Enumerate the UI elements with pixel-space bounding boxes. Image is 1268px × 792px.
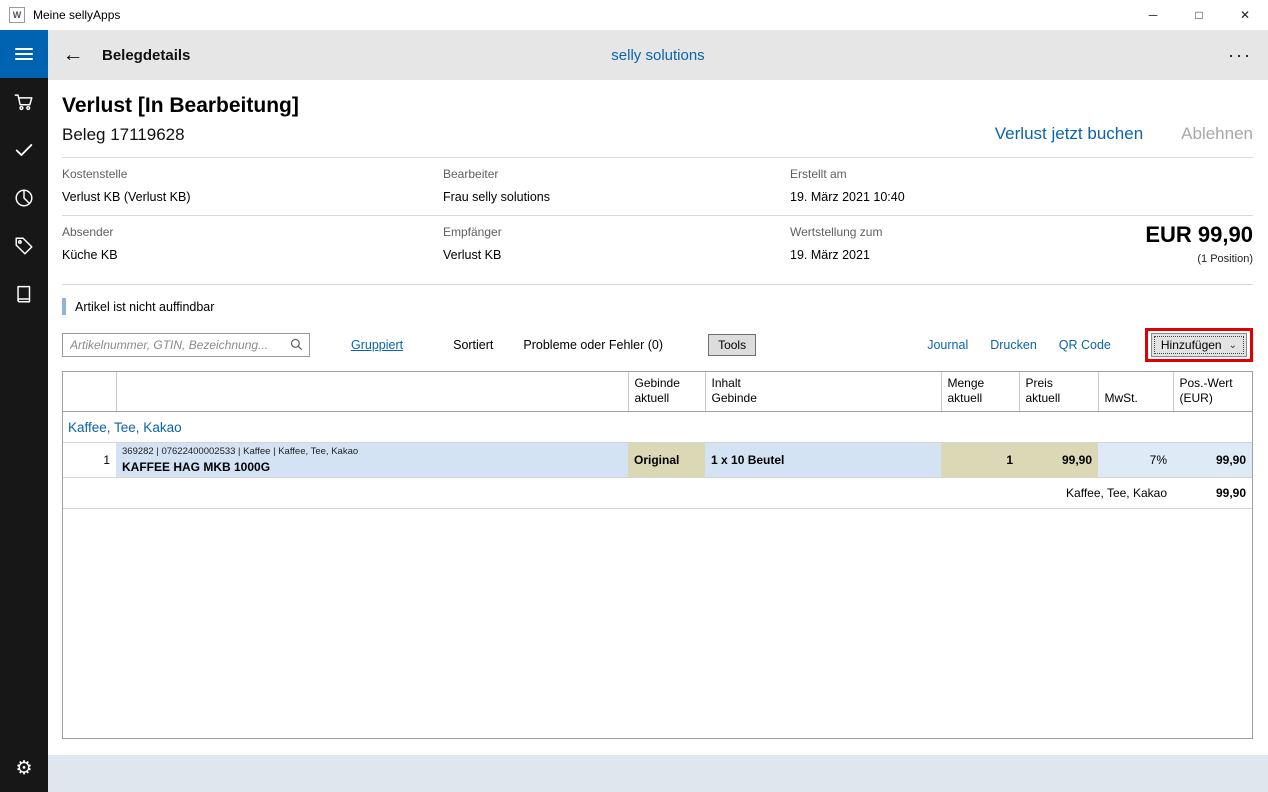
status-notice: Artikel ist nicht auffindbar [62,298,1253,315]
recipient-value: Verlust KB [443,248,790,262]
sidebar-item-catalog[interactable] [0,270,48,318]
close-button[interactable]: ✕ [1222,0,1268,30]
group-label: Kaffee, Tee, Kakao [63,412,1252,443]
cell-gebinde: Original [628,443,705,478]
page-title: Belegdetails [102,47,190,64]
problems-link[interactable]: Probleme oder Fehler (0) [523,338,663,352]
more-options-button[interactable]: ··· [1228,45,1252,66]
col-header-preis: Preis aktuell [1019,372,1098,412]
chevron-down-icon: ⌄ [1229,340,1237,351]
tools-button[interactable]: Tools [708,334,756,356]
annotation-highlight: Hinzufügen ⌄ [1145,328,1253,362]
cost-center-value: Verlust KB (Verlust KB) [62,190,443,204]
total-amount: EUR 99,90 [1145,222,1253,248]
sorted-link[interactable]: Sortiert [453,338,493,352]
toolbar: Gruppiert Sortiert Probleme oder Fehler … [62,332,1253,358]
add-button[interactable]: Hinzufügen ⌄ [1151,333,1247,357]
notice-accent-bar [62,298,66,315]
col-header-menge: Menge aktuell [941,372,1019,412]
add-button-label: Hinzufügen [1161,338,1222,352]
search-icon [289,337,304,352]
article-name: KAFFEE HAG MKB 1000G [122,460,622,474]
pie-chart-icon [13,187,35,209]
cell-menge: 1 [941,443,1019,478]
appbar: selly solutions ← Belegdetails ··· [48,30,1268,80]
content-area: Verlust [In Bearbeitung] Beleg 17119628 … [48,80,1268,755]
minimize-button[interactable]: ─ [1130,0,1176,30]
check-icon [13,139,35,161]
window-titlebar: W Meine sellyApps ─ □ ✕ [0,0,1268,30]
search-input[interactable] [62,333,310,357]
bottom-bar [48,755,1268,792]
window-title: Meine sellyApps [33,8,120,22]
sidebar-item-tasks[interactable] [0,126,48,174]
summary-group-label: Kaffee, Tee, Kakao [63,478,1173,509]
app-logo-icon: W [9,7,25,23]
created-at-value: 19. März 2021 10:40 [790,190,1253,204]
sidebar: ⚙ [0,30,48,792]
qr-code-link[interactable]: QR Code [1059,338,1111,352]
print-link[interactable]: Drucken [990,338,1037,352]
col-header-number [63,372,116,412]
hamburger-icon [14,44,34,64]
details-row-2: Absender Küche KB Empfänger Verlust KB W… [62,216,1253,284]
back-button[interactable]: ← [48,43,98,67]
divider [62,284,1253,285]
reject-button[interactable]: Ablehnen [1181,124,1253,144]
cost-center-label: Kostenstelle [62,167,443,181]
sender-label: Absender [62,225,443,239]
article-meta: 369282 | 07622400002533 | Kaffee | Kaffe… [122,446,622,457]
summary-row: Kaffee, Tee, Kakao 99,90 [63,478,1252,509]
cell-wert: 99,90 [1173,443,1252,478]
table-header-row: Gebinde aktuell Inhalt Gebinde Menge akt… [63,372,1252,412]
sidebar-item-statistics[interactable] [0,174,48,222]
summary-value: 99,90 [1173,478,1252,509]
sender-value: Küche KB [62,248,443,262]
cell-row-number: 1 [63,443,116,478]
editor-label: Bearbeiter [443,167,790,181]
cell-inhalt: 1 x 10 Beutel [705,443,941,478]
col-header-mwst: MwSt. [1098,372,1173,412]
cell-mwst: 7% [1098,443,1173,478]
sidebar-item-settings[interactable]: ⚙ [0,744,48,792]
tag-icon [13,235,35,257]
created-at-label: Erstellt am [790,167,1253,181]
document-title: Verlust [In Bearbeitung] [62,94,1253,118]
cell-article: 369282 | 07622400002533 | Kaffee | Kaffe… [116,443,628,478]
editor-value: Frau selly solutions [443,190,790,204]
col-header-article [116,372,628,412]
maximize-button[interactable]: □ [1176,0,1222,30]
sidebar-item-cart[interactable] [0,78,48,126]
table-row[interactable]: 1 369282 | 07622400002533 | Kaffee | Kaf… [63,443,1252,478]
book-loss-button[interactable]: Verlust jetzt buchen [995,124,1143,144]
notice-text: Artikel ist nicht auffindbar [75,300,214,314]
recipient-label: Empfänger [443,225,790,239]
hamburger-menu-button[interactable] [0,30,48,78]
document-header: Verlust [In Bearbeitung] Beleg 17119628 … [62,94,1253,145]
group-header-row[interactable]: Kaffee, Tee, Kakao [63,412,1252,443]
col-header-wert: Pos.-Wert (EUR) [1173,372,1252,412]
col-header-gebinde: Gebinde aktuell [628,372,705,412]
sidebar-item-promotions[interactable] [0,222,48,270]
grouped-link[interactable]: Gruppiert [351,338,403,352]
details-row-1: Kostenstelle Verlust KB (Verlust KB) Bea… [62,158,1253,215]
book-icon [13,283,35,305]
cell-preis: 99,90 [1019,443,1098,478]
appbar-center-title: selly solutions [48,47,1268,64]
position-count: (1 Position) [1145,253,1253,265]
positions-table: Gebinde aktuell Inhalt Gebinde Menge akt… [62,371,1253,739]
col-header-inhalt: Inhalt Gebinde [705,372,941,412]
journal-link[interactable]: Journal [927,338,968,352]
gear-icon: ⚙ [15,757,32,779]
cart-icon [13,91,35,113]
